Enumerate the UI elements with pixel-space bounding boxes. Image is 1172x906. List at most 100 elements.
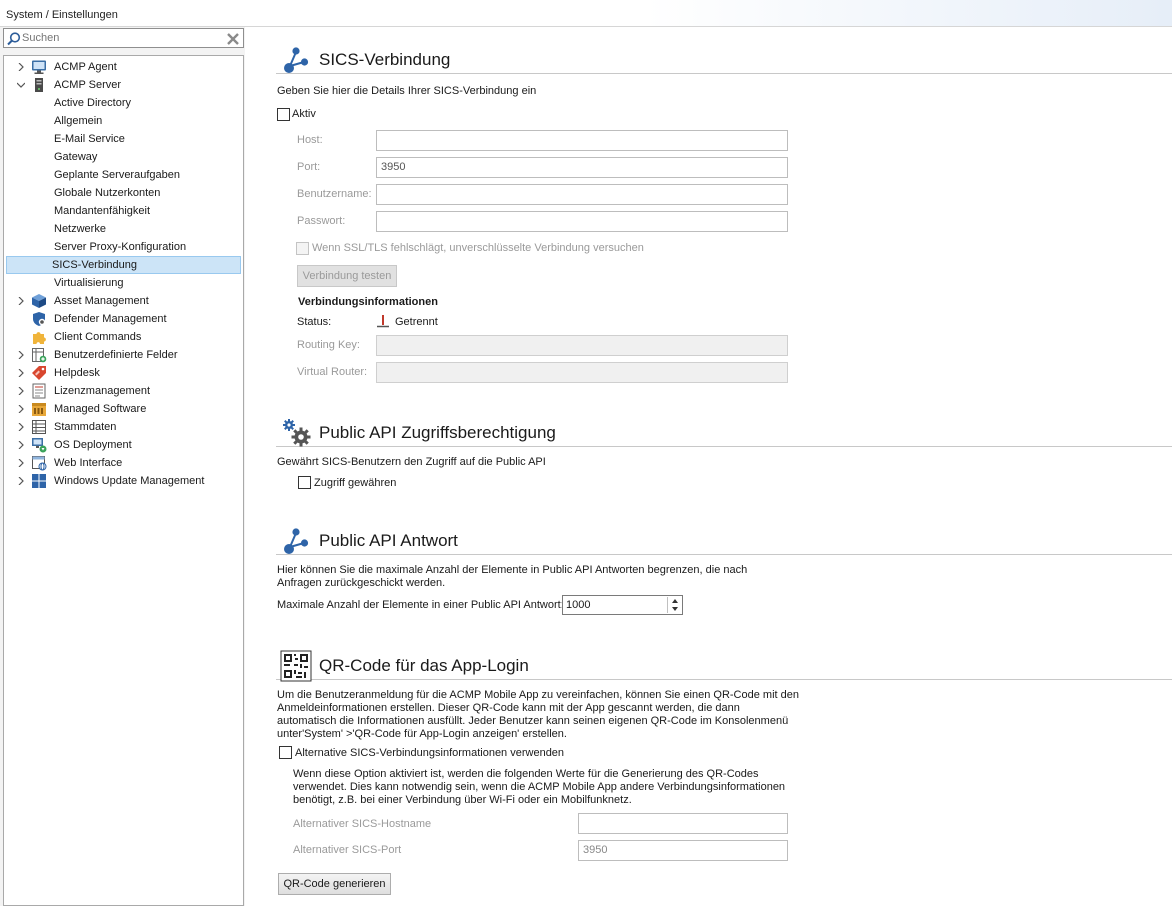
alt-connection-label: Alternative SICS-Verbindungsinformatione… — [295, 747, 565, 759]
tree-item-managed-software[interactable]: Managed Software — [6, 400, 241, 418]
section-title: QR-Code für das App-Login — [319, 656, 529, 675]
tree-item-virtualisierung[interactable]: Virtualisierung — [6, 274, 241, 292]
tree-item-gateway[interactable]: Gateway — [6, 148, 241, 166]
chevron-right-icon[interactable] — [17, 63, 25, 71]
section-title: Public API Zugriffsberechtigung — [319, 423, 556, 442]
tree-item-label: Server Proxy-Konfiguration — [54, 241, 187, 253]
chevron-right-icon[interactable] — [17, 297, 25, 305]
qr-description-line4: unter'System' >'QR-Code für App-Login an… — [277, 728, 567, 740]
chevron-right-icon[interactable] — [17, 423, 25, 431]
tree-item-label: Windows Update Management — [54, 475, 205, 487]
api-response-description-line1: Hier können Sie die maximale Anzahl der … — [277, 564, 748, 576]
ssl-fallback-checkbox[interactable] — [296, 242, 309, 255]
os-deployment-icon — [32, 438, 47, 453]
tree-item-os-deployment[interactable]: OS Deployment — [6, 436, 241, 454]
alt-port-label: Alternativer SICS-Port — [293, 844, 402, 856]
chevron-right-icon[interactable] — [17, 369, 25, 377]
chevron-right-icon[interactable] — [17, 477, 25, 485]
navigation-pane: ACMP Agent ACMP Server Active Directory … — [0, 27, 245, 906]
tree-item-benutzerdefinierte-felder[interactable]: Benutzerdefinierte Felder — [6, 346, 241, 364]
tree-item-label: SICS-Verbindung — [52, 259, 137, 271]
host-label: Host: — [297, 134, 323, 146]
username-input[interactable] — [376, 184, 788, 205]
tree-item-label: Web Interface — [54, 457, 123, 469]
search-box[interactable] — [3, 28, 244, 48]
tree-item-web-interface[interactable]: Web Interface — [6, 454, 241, 472]
host-input[interactable] — [376, 130, 788, 151]
tree-item-stammdaten[interactable]: Stammdaten — [6, 418, 241, 436]
tree-item-server-proxy[interactable]: Server Proxy-Konfiguration — [6, 238, 241, 256]
routing-key-label: Routing Key: — [297, 339, 360, 351]
port-input[interactable]: 3950 — [376, 157, 788, 178]
tree-item-acmp-agent[interactable]: ACMP Agent — [6, 58, 241, 76]
chevron-right-icon[interactable] — [17, 405, 25, 413]
stepper-buttons[interactable] — [667, 597, 681, 613]
grant-access-checkbox[interactable] — [298, 476, 311, 489]
chevron-right-icon[interactable] — [17, 387, 25, 395]
api-response-description-line2: Anfragen zurückgeschickt werden. — [277, 577, 446, 589]
sics-description: Geben Sie hier die Details Ihrer SICS-Ve… — [277, 85, 537, 97]
port-label: Port: — [297, 161, 321, 173]
tree-item-label: Globale Nutzerkonten — [54, 187, 161, 199]
section-header-api-access: Public API Zugriffsberechtigung — [276, 413, 1172, 447]
generate-qr-button[interactable]: QR-Code generieren — [278, 873, 391, 895]
alt-note-line1: Wenn diese Option aktiviert ist, werden … — [293, 768, 759, 780]
alt-hostname-input[interactable] — [578, 813, 788, 834]
tree-item-defender-management[interactable]: Defender Management — [6, 310, 241, 328]
tree-item-label: Defender Management — [54, 313, 167, 325]
status-value: Getrennt — [395, 316, 438, 328]
clear-search-icon[interactable] — [226, 32, 240, 46]
decrement-icon[interactable] — [671, 606, 679, 612]
test-connection-button[interactable]: Verbindung testen — [297, 265, 397, 287]
tree-item-sics-verbindung[interactable]: SICS-Verbindung — [6, 256, 241, 274]
max-elements-value: 1000 — [566, 599, 591, 611]
tree-item-windows-update-management[interactable]: Windows Update Management — [6, 472, 241, 490]
search-input[interactable] — [22, 30, 222, 46]
tree-item-label: E-Mail Service — [54, 133, 125, 145]
alt-connection-checkbox[interactable] — [279, 746, 292, 759]
qr-code-icon — [280, 650, 312, 682]
tree-item-label: OS Deployment — [54, 439, 132, 451]
chevron-right-icon[interactable] — [17, 441, 25, 449]
tree-item-acmp-server[interactable]: ACMP Server — [6, 76, 241, 94]
settings-content: SICS-Verbindung Geben Sie hier die Detai… — [270, 27, 1172, 906]
chevron-right-icon[interactable] — [17, 351, 25, 359]
tree-item-helpdesk[interactable]: Helpdesk — [6, 364, 241, 382]
gears-icon — [283, 419, 311, 447]
tree-item-globale-nutzerkonten[interactable]: Globale Nutzerkonten — [6, 184, 241, 202]
tree-item-client-commands[interactable]: Client Commands — [6, 328, 241, 346]
tree-item-active-directory[interactable]: Active Directory — [6, 94, 241, 112]
chevron-down-icon[interactable] — [17, 81, 25, 89]
max-elements-stepper[interactable]: 1000 — [562, 595, 683, 615]
tree-item-mandantenfaehigkeit[interactable]: Mandantenfähigkeit — [6, 202, 241, 220]
max-elements-label: Maximale Anzahl der Elemente in einer Pu… — [277, 599, 564, 611]
tree-item-netzwerke[interactable]: Netzwerke — [6, 220, 241, 238]
tree-item-email-service[interactable]: E-Mail Service — [6, 130, 241, 148]
tree-item-label: Client Commands — [54, 331, 142, 343]
chevron-right-icon[interactable] — [17, 459, 25, 467]
tree-item-lizenzmanagement[interactable]: Lizenzmanagement — [6, 382, 241, 400]
tree-item-label: Virtualisierung — [54, 277, 124, 289]
tree-item-allgemein[interactable]: Allgemein — [6, 112, 241, 130]
increment-icon[interactable] — [671, 598, 679, 604]
tree-item-asset-management[interactable]: Asset Management — [6, 292, 241, 310]
tree-item-label: Asset Management — [54, 295, 149, 307]
qr-description-line2: Anmeldeinformationen erstellen. Dieser Q… — [277, 702, 740, 714]
tree-item-label: ACMP Server — [54, 79, 122, 91]
tree-item-geplante-serveraufgaben[interactable]: Geplante Serveraufgaben — [6, 166, 241, 184]
tree-item-label: Netzwerke — [54, 223, 106, 235]
section-header-api-response: Public API Antwort — [276, 521, 1172, 555]
helpdesk-tag-icon — [32, 366, 46, 380]
password-input[interactable] — [376, 211, 788, 232]
settings-tree: ACMP Agent ACMP Server Active Directory … — [3, 55, 244, 906]
alt-port-input[interactable]: 3950 — [578, 840, 788, 861]
cube-icon — [32, 294, 46, 308]
alt-hostname-label: Alternativer SICS-Hostname — [293, 818, 432, 830]
password-label: Passwort: — [297, 215, 346, 227]
tree-item-label: ACMP Agent — [54, 61, 117, 73]
package-icon — [32, 403, 46, 416]
master-data-icon — [32, 420, 46, 434]
qr-description-line3: automatisch die Informationen ausfüllt. … — [277, 715, 789, 727]
search-icon — [7, 32, 21, 46]
active-checkbox[interactable] — [277, 108, 290, 121]
